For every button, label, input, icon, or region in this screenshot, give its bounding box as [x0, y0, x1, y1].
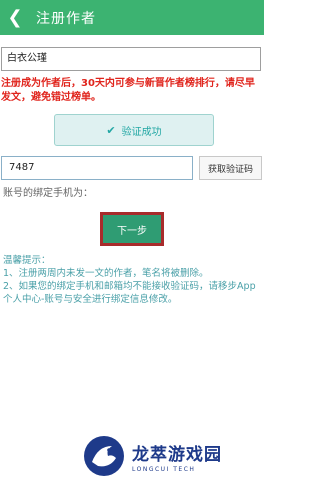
tips-section: 温馨提示： 1、注册两周内未发一文的作者，笔名将被删除。 2、如果您的绑定手机和… [3, 254, 261, 306]
app-header: ❮ 注册作者 [0, 0, 264, 35]
watermark-title: 龙萃游戏园 [132, 444, 222, 465]
watermark: 龙萃游戏园 LONGCUI TECH [82, 428, 252, 484]
verification-success-button[interactable]: ✔ 验证成功 [54, 114, 214, 146]
registration-notice: 注册成为作者后，30天内可参与新晋作者榜排行，请尽早发文，避免错过榜单。 [1, 78, 255, 103]
pen-name-input[interactable]: 白衣公瑾 [1, 47, 261, 71]
page-title: 注册作者 [36, 10, 96, 27]
tip-item: 1、注册两周内未发一文的作者，笔名将被删除。 [3, 268, 209, 279]
watermark-subtitle: LONGCUI TECH [132, 465, 196, 473]
back-button[interactable]: ❮ [0, 0, 30, 35]
verification-code-input[interactable]: 7487 [1, 156, 193, 180]
chevron-left-icon: ❮ [7, 6, 23, 28]
next-step-button[interactable]: 下一步 [100, 212, 164, 246]
bound-phone-label: 账号的绑定手机为： [3, 188, 93, 199]
dragon-logo-icon [84, 436, 124, 476]
tips-heading: 温馨提示： [3, 255, 51, 266]
tip-item: 2、如果您的绑定手机和邮箱均不能接收验证码，请移步App个人中心-账号与安全进行… [3, 281, 256, 305]
verification-success-label: 验证成功 [121, 126, 162, 138]
check-icon: ✔ [106, 123, 116, 137]
get-code-button[interactable]: 获取验证码 [199, 156, 262, 180]
